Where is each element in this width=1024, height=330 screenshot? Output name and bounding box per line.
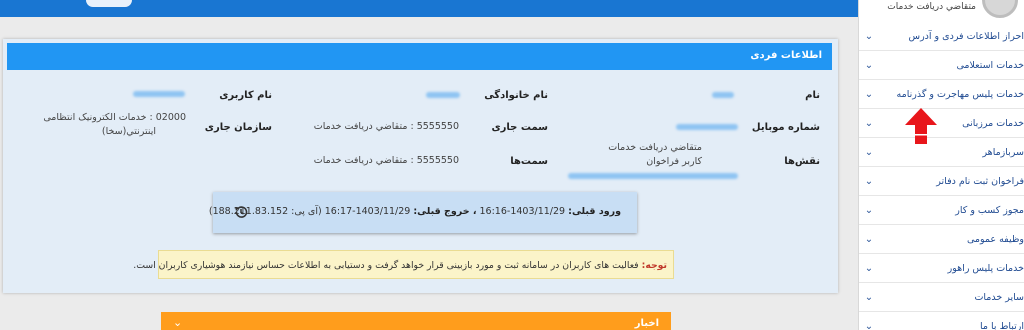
- sidebar-item-label: احراز اطلاعات فردی و آدرس: [908, 30, 1024, 42]
- news-panel-header[interactable]: اخبار ⌄: [161, 312, 671, 330]
- history-icon: [235, 206, 248, 218]
- sidebar-item-label: سایر خدمات: [974, 291, 1024, 303]
- chevron-down-icon[interactable]: ⌄: [173, 316, 182, 329]
- chevron-down-icon: ⌄: [864, 204, 874, 216]
- chevron-down-icon: ⌄: [864, 117, 874, 129]
- username-value-redacted: [133, 91, 185, 97]
- login-info-box: ورود قبلی: 1403/11/29-16:16 ، خروج قبلی:…: [209, 192, 637, 233]
- role-item: کاربر فراخوان: [646, 156, 702, 167]
- prev-logout-label: ، خروج قبلی:: [413, 206, 477, 217]
- prev-login-value: 1403/11/29-16:16: [479, 206, 566, 217]
- logo-fragment: [86, 0, 132, 7]
- positions-value: 5555550 : متقاضي دريافت خدمات: [313, 155, 459, 166]
- family-value-redacted: [426, 92, 460, 98]
- sidebar-item-label: خدمات استعلامی: [956, 59, 1024, 71]
- mobile-value-redacted: [676, 124, 738, 130]
- sidebar-item-label: وظیفه عمومی: [966, 233, 1024, 245]
- name-label: نام: [805, 90, 820, 101]
- sidebar-user: متقاضي دريافت خدمات: [859, 0, 1024, 22]
- chevron-down-icon: ⌄: [864, 175, 874, 187]
- avatar[interactable]: [982, 0, 1018, 18]
- sidebar-item-label: ارتباط با ما: [980, 320, 1024, 330]
- sidebar-item-identity[interactable]: ⌄ احراز اطلاعات فردی و آدرس: [859, 22, 1024, 51]
- current-position-label: سمت جاری: [491, 122, 549, 133]
- sidebar-item-skilled-soldier[interactable]: ⌄ سربازماهر: [859, 138, 1024, 167]
- sidebar-item-label: مجوز کسب و کار: [955, 204, 1024, 216]
- arrow-up-icon: [905, 108, 937, 144]
- prev-login-label: ورود قبلی:: [568, 206, 621, 217]
- user-role: متقاضي دريافت خدمات: [887, 2, 976, 12]
- positions-label: سمت‌ها: [510, 156, 548, 167]
- sidebar-item-other-services[interactable]: ⌄ سایر خدمات: [859, 283, 1024, 312]
- sidebar-item-public-duty[interactable]: ⌄ وظیفه عمومی: [859, 225, 1024, 254]
- sidebar-item-label: سربازماهر: [982, 146, 1024, 158]
- chevron-down-icon: ⌄: [864, 146, 874, 158]
- notice-text: توجه: فعالیت های کاربران در سامانه ثبت و…: [133, 260, 667, 271]
- chevron-down-icon: ⌄: [864, 320, 874, 330]
- sidebar-item-inquiry[interactable]: ⌄ خدمات استعلامی: [859, 51, 1024, 80]
- mobile-label: شماره موبایل: [751, 122, 820, 133]
- chevron-down-icon: ⌄: [864, 291, 874, 303]
- sidebar-item-business-license[interactable]: ⌄ مجوز کسب و کار: [859, 196, 1024, 225]
- sidebar-item-label: خدمات مرزبانی: [962, 117, 1024, 129]
- role-item-redacted: [568, 173, 738, 179]
- current-org-value-line2: اینترنتي(سخا): [101, 126, 156, 137]
- ip-address: (آی پی: 188.211.83.152): [208, 206, 322, 217]
- sidebar-item-label: فراخوان ثبت نام دفاتر: [936, 175, 1024, 187]
- chevron-down-icon: ⌄: [864, 262, 874, 274]
- current-org-label: سازمان جاری: [204, 122, 272, 133]
- sidebar-item-contact[interactable]: ⌄ ارتباط با ما: [859, 312, 1024, 330]
- chevron-down-icon: ⌄: [864, 233, 874, 245]
- notice-label: توجه:: [641, 260, 667, 271]
- sidebar: متقاضي دريافت خدمات ⌄ احراز اطلاعات فردی …: [858, 0, 1024, 330]
- card-title: اطلاعات فردی: [7, 43, 832, 70]
- news-title: اخبار: [634, 318, 659, 329]
- notice-message: فعالیت های کاربران در سامانه ثبت و مورد …: [133, 260, 639, 271]
- current-org-value: 02000 : خدمات الکترونیک انتظامی: [43, 112, 186, 123]
- top-bar: [0, 0, 858, 17]
- chevron-down-icon: ⌄: [864, 59, 874, 71]
- sidebar-item-label: خدمات پلیس مهاجرت و گذرنامه: [896, 88, 1024, 100]
- current-position-value: 5555550 : متقاضي دريافت خدمات: [313, 121, 459, 132]
- family-label: نام خانوادگی: [484, 90, 548, 101]
- name-value-redacted: [712, 92, 734, 98]
- sidebar-item-office-registration[interactable]: ⌄ فراخوان ثبت نام دفاتر: [859, 167, 1024, 196]
- sidebar-item-label: خدمات پلیس راهور: [947, 262, 1024, 274]
- prev-logout-value: 1403/11/29-16:17: [324, 206, 411, 217]
- chevron-down-icon: ⌄: [864, 30, 874, 42]
- roles-label: نقش‌ها: [784, 156, 820, 167]
- sidebar-item-border[interactable]: ⌄ خدمات مرزبانی: [859, 109, 1024, 138]
- sidebar-item-traffic-police[interactable]: ⌄ خدمات پلیس راهور: [859, 254, 1024, 283]
- chevron-down-icon: ⌄: [864, 88, 874, 100]
- sidebar-item-immigration[interactable]: ⌄ خدمات پلیس مهاجرت و گذرنامه: [859, 80, 1024, 109]
- login-info-text: ورود قبلی: 1403/11/29-16:16 ، خروج قبلی:…: [209, 206, 621, 217]
- notice-box: توجه: فعالیت های کاربران در سامانه ثبت و…: [133, 250, 674, 279]
- username-label: نام کاربری: [219, 90, 272, 101]
- role-item: متقاضي دريافت خدمات: [608, 142, 702, 153]
